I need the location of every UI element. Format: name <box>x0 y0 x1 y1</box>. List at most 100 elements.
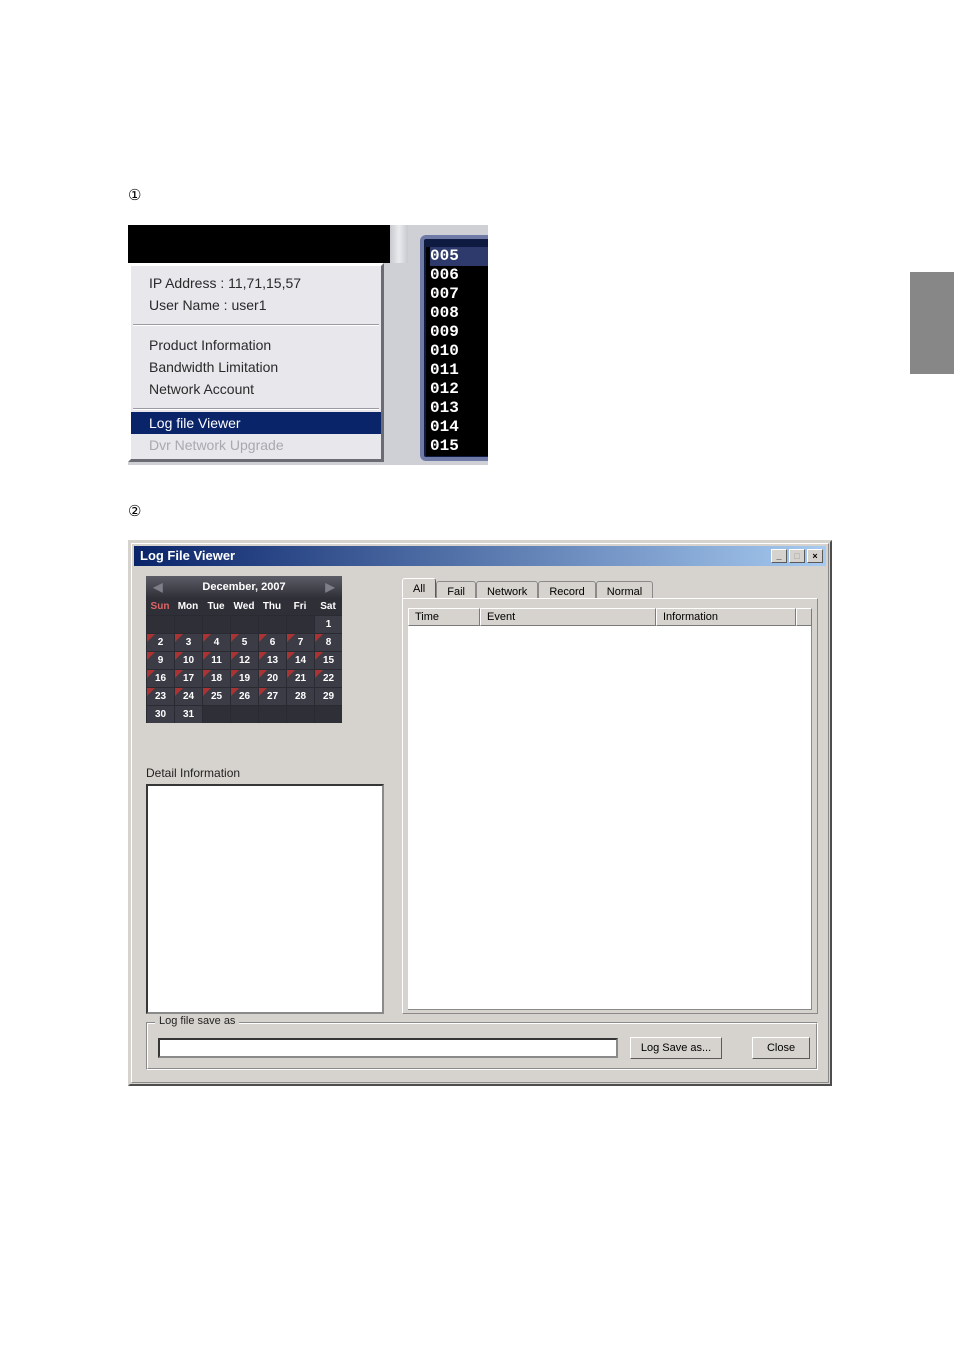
calendar-title: December, 2007 <box>202 581 285 593</box>
column-time[interactable]: Time <box>408 608 480 626</box>
column-scroll-pad <box>796 608 812 626</box>
calendar-day[interactable]: 8 <box>314 633 342 651</box>
maximize-button[interactable]: □ <box>789 549 805 563</box>
calendar-blank <box>202 705 230 723</box>
calendar-day[interactable]: 27 <box>258 687 286 705</box>
calendar-blank <box>286 615 314 633</box>
calendar-day[interactable]: 29 <box>314 687 342 705</box>
calendar-day[interactable]: 22 <box>314 669 342 687</box>
close-window-button[interactable]: × <box>807 549 823 563</box>
calendar-day[interactable]: 30 <box>146 705 174 723</box>
menu-user-name: User Name : user1 <box>131 294 381 316</box>
column-information[interactable]: Information <box>656 608 796 626</box>
calendar-day[interactable]: 16 <box>146 669 174 687</box>
channel-item[interactable]: 015 <box>430 437 488 456</box>
save-path-input[interactable] <box>158 1038 618 1058</box>
log-list-area[interactable] <box>408 626 812 1010</box>
channel-item[interactable]: 010 <box>430 342 488 361</box>
close-button[interactable]: Close <box>752 1037 810 1059</box>
calendar-day[interactable]: 5 <box>230 633 258 651</box>
channel-item[interactable]: 009 <box>430 323 488 342</box>
calendar-day[interactable]: 23 <box>146 687 174 705</box>
menu-log-file-viewer[interactable]: Log file Viewer <box>131 412 381 434</box>
calendar-day[interactable]: 28 <box>286 687 314 705</box>
tab-fail[interactable]: Fail <box>436 581 476 599</box>
calendar-blank <box>146 615 174 633</box>
menu-bandwidth-limitation[interactable]: Bandwidth Limitation <box>131 356 381 378</box>
panel-divider <box>390 225 408 263</box>
calendar-blank <box>230 705 258 723</box>
calendar-day[interactable]: 2 <box>146 633 174 651</box>
tab-normal[interactable]: Normal <box>596 581 653 599</box>
group-inner: Log Save as... Close <box>147 1023 817 1069</box>
calendar: ◀ December, 2007 ▶ Sun Mon Tue Wed Thu F… <box>146 576 342 723</box>
calendar-day[interactable]: 13 <box>258 651 286 669</box>
channel-item[interactable]: 005 <box>430 247 488 266</box>
calendar-dow: Mon <box>174 598 202 615</box>
menu-ip-address: IP Address : 11,71,15,57 <box>131 272 381 294</box>
calendar-day[interactable]: 17 <box>174 669 202 687</box>
calendar-day[interactable]: 18 <box>202 669 230 687</box>
step-marker-2: ② <box>128 502 141 520</box>
log-file-viewer-dialog: Log File Viewer _ □ × ◀ December, 2007 ▶… <box>128 540 832 1086</box>
side-tab-marker <box>910 272 954 374</box>
black-bar <box>128 225 390 263</box>
calendar-dow: Thu <box>258 598 286 615</box>
calendar-day[interactable]: 12 <box>230 651 258 669</box>
channel-item[interactable]: 012 <box>430 380 488 399</box>
calendar-dow: Tue <box>202 598 230 615</box>
calendar-dow: Sat <box>314 598 342 615</box>
calendar-day[interactable]: 6 <box>258 633 286 651</box>
menu-network-account[interactable]: Network Account <box>131 378 381 400</box>
channel-item[interactable]: 014 <box>430 418 488 437</box>
tab-record[interactable]: Record <box>538 581 595 599</box>
menu-dvr-network-upgrade[interactable]: Dvr Network Upgrade <box>131 434 381 459</box>
calendar-day[interactable]: 3 <box>174 633 202 651</box>
column-event[interactable]: Event <box>480 608 656 626</box>
calendar-next-button[interactable]: ▶ <box>320 576 340 598</box>
calendar-blank <box>202 615 230 633</box>
channel-item[interactable]: 006 <box>430 266 488 285</box>
menu-product-information[interactable]: Product Information <box>131 334 381 356</box>
channel-item[interactable]: 008 <box>430 304 488 323</box>
calendar-day[interactable]: 4 <box>202 633 230 651</box>
calendar-day[interactable]: 15 <box>314 651 342 669</box>
calendar-day[interactable]: 21 <box>286 669 314 687</box>
calendar-blank <box>230 615 258 633</box>
log-tabs: All Fail Network Record Normal <box>402 578 653 598</box>
menu-separator <box>133 408 379 410</box>
calendar-day[interactable]: 25 <box>202 687 230 705</box>
calendar-day[interactable]: 1 <box>314 615 342 633</box>
log-file-save-as-group: Log Save as... Close Log file save as <box>146 1022 818 1070</box>
calendar-blank <box>258 615 286 633</box>
calendar-day[interactable]: 31 <box>174 705 202 723</box>
group-label: Log file save as <box>155 1015 239 1027</box>
log-save-as-button[interactable]: Log Save as... <box>630 1037 722 1059</box>
calendar-dow-row: Sun Mon Tue Wed Thu Fri Sat <box>146 598 342 615</box>
calendar-day[interactable]: 14 <box>286 651 314 669</box>
tab-network[interactable]: Network <box>476 581 538 599</box>
channel-item[interactable]: 007 <box>430 285 488 304</box>
calendar-header: ◀ December, 2007 ▶ <box>146 576 342 598</box>
dialog-title: Log File Viewer <box>140 548 235 563</box>
log-list-header: Time Event Information <box>408 608 812 626</box>
calendar-day[interactable]: 19 <box>230 669 258 687</box>
channel-item[interactable]: 013 <box>430 399 488 418</box>
calendar-blank <box>258 705 286 723</box>
calendar-day[interactable]: 24 <box>174 687 202 705</box>
dialog-inner: Log File Viewer _ □ × ◀ December, 2007 ▶… <box>131 543 829 1083</box>
channel-item[interactable]: 011 <box>430 361 488 380</box>
calendar-day[interactable]: 10 <box>174 651 202 669</box>
calendar-day[interactable]: 7 <box>286 633 314 651</box>
calendar-day[interactable]: 9 <box>146 651 174 669</box>
menu-separator <box>133 324 379 326</box>
calendar-blank <box>174 615 202 633</box>
calendar-day[interactable]: 20 <box>258 669 286 687</box>
calendar-day[interactable]: 11 <box>202 651 230 669</box>
calendar-day[interactable]: 26 <box>230 687 258 705</box>
tab-all[interactable]: All <box>402 578 436 598</box>
calendar-prev-button[interactable]: ◀ <box>148 576 168 598</box>
minimize-button[interactable]: _ <box>771 549 787 563</box>
calendar-dow: Fri <box>286 598 314 615</box>
context-menu: IP Address : 11,71,15,57 User Name : use… <box>128 263 384 462</box>
